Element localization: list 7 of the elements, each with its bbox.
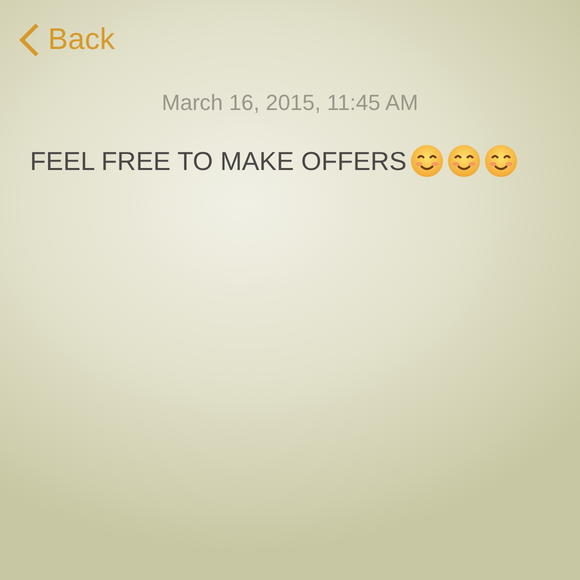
- note-text: FEEL FREE TO MAKE OFFERS: [30, 146, 407, 176]
- smiling-face-icon: [484, 144, 518, 178]
- smiling-face-icon: [446, 144, 481, 178]
- back-button[interactable]: Back: [18, 22, 115, 58]
- chevron-icon: [18, 22, 40, 58]
- smiling-face-icon: [410, 144, 444, 178]
- note-date: March 16, 2015, 11:45 AM: [160, 90, 420, 116]
